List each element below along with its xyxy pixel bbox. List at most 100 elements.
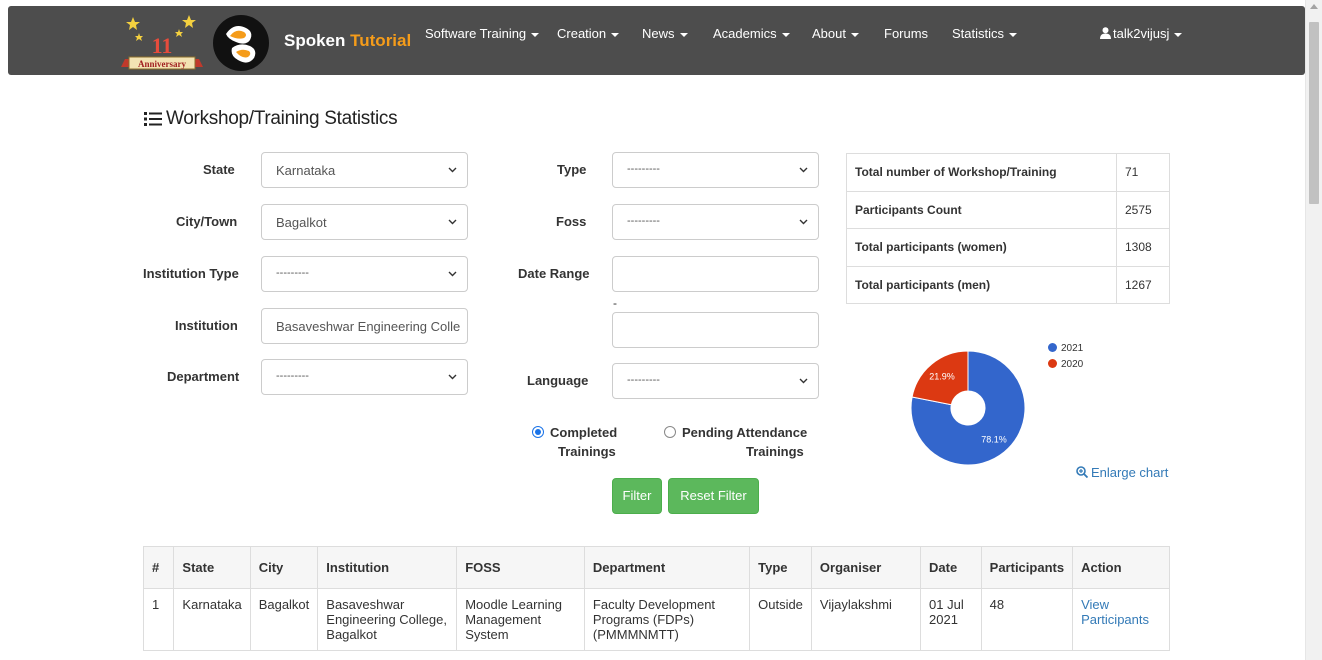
- type-select[interactable]: ---------: [612, 152, 819, 188]
- cell-foss: Moodle Learning Management System: [456, 588, 585, 651]
- column-header[interactable]: Institution: [317, 546, 458, 589]
- date-to-input[interactable]: [612, 312, 819, 348]
- column-header[interactable]: #: [142, 546, 175, 589]
- spoken-tutorial-logo[interactable]: [212, 14, 270, 72]
- radio-completed-trainings[interactable]: Completed Trainings: [532, 425, 617, 459]
- page-scrollbar[interactable]: [1305, 0, 1322, 660]
- institution-input[interactable]: Basaveshwar Engineering Colle: [261, 308, 468, 344]
- radio-pending-label: Pending Attendance: [682, 425, 808, 440]
- table-row: 1 Karnataka Bagalkot Basaveshwar Enginee…: [142, 588, 1170, 651]
- enlarge-chart-label: Enlarge chart: [1091, 465, 1169, 480]
- language-select[interactable]: ---------: [612, 363, 819, 399]
- scroll-thumb[interactable]: [1309, 22, 1319, 204]
- type-label: Type: [557, 162, 587, 177]
- caret-down-icon: [611, 32, 620, 37]
- department-select-value: ---------: [276, 370, 309, 382]
- state-label: State: [203, 162, 235, 177]
- nav-forums[interactable]: Forums: [884, 26, 928, 41]
- city-select[interactable]: Bagalkot: [261, 204, 468, 240]
- stats-row: Participants Count 2575: [846, 190, 1170, 229]
- state-select-value: Karnataka: [276, 163, 336, 178]
- radio-pending-attendance[interactable]: Pending Attendance Trainings: [664, 425, 808, 459]
- stats-label: Total number of Workshop/Training: [846, 153, 1117, 192]
- radio-unselected-icon[interactable]: [664, 426, 676, 438]
- language-select-value: ---------: [627, 374, 660, 386]
- cell-line: 2021: [929, 612, 958, 627]
- foss-select[interactable]: ---------: [612, 204, 819, 240]
- scroll-up-arrow-icon[interactable]: [1310, 4, 1318, 9]
- column-header[interactable]: City: [249, 546, 319, 589]
- nav-news[interactable]: News: [642, 26, 688, 41]
- column-header[interactable]: State: [173, 546, 251, 589]
- chevron-down-icon: [448, 219, 457, 225]
- stats-label: Total participants (women): [846, 228, 1117, 267]
- state-select[interactable]: Karnataka: [261, 152, 468, 188]
- nav-creation[interactable]: Creation: [557, 26, 620, 41]
- column-header[interactable]: Type: [749, 546, 812, 589]
- radio-selected-icon[interactable]: [532, 426, 544, 438]
- stats-value: 2575: [1116, 190, 1170, 229]
- nav-item-label: News: [642, 26, 675, 41]
- anniversary-logo[interactable]: Anniversary 11: [119, 11, 205, 73]
- nav-statistics[interactable]: Statistics: [952, 26, 1018, 41]
- list-icon: [144, 112, 162, 126]
- column-header[interactable]: FOSS: [456, 546, 585, 589]
- enlarge-chart-link[interactable]: Enlarge chart: [1076, 465, 1168, 480]
- stats-row: Total participants (women) 1308: [846, 228, 1170, 267]
- nav-software-training[interactable]: Software Training: [425, 26, 540, 41]
- column-header[interactable]: Date: [920, 546, 982, 589]
- legend-item-2020: 2020: [1048, 359, 1083, 370]
- caret-down-icon: [1174, 32, 1183, 37]
- top-navbar: Anniversary 11 Spoken Tutorial Software …: [8, 6, 1305, 75]
- link-line: View: [1081, 597, 1110, 612]
- date-range-label: Date Range: [518, 266, 590, 281]
- pie-slice-label: 78.1%: [981, 435, 1007, 445]
- view-participants-link[interactable]: View Participants: [1081, 597, 1161, 627]
- institution-input-value: Basaveshwar Engineering Colle: [276, 319, 461, 334]
- cell-line: (PMMMNMTT): [592, 627, 679, 642]
- institution-label: Institution: [175, 318, 238, 333]
- brand-name[interactable]: Spoken Tutorial: [284, 31, 411, 51]
- stats-value: 71: [1116, 153, 1170, 192]
- caret-down-icon: [781, 32, 790, 37]
- chevron-down-icon: [799, 167, 808, 173]
- language-label: Language: [527, 373, 589, 388]
- chevron-down-icon: [799, 378, 808, 384]
- filter-button[interactable]: Filter: [612, 478, 662, 514]
- chevron-down-icon: [799, 219, 808, 225]
- nav-about[interactable]: About: [812, 26, 859, 41]
- nav-user-menu[interactable]: talk2vijusj: [1100, 26, 1183, 41]
- nav-item-label: Academics: [713, 26, 777, 41]
- department-select[interactable]: ---------: [261, 359, 468, 395]
- column-header[interactable]: Department: [583, 546, 751, 589]
- caret-down-icon: [679, 32, 688, 37]
- zoom-in-icon: [1076, 466, 1089, 479]
- cell-department: Faculty Development Programs (FDPs) (PMM…: [583, 588, 751, 651]
- cell-line: Management System: [465, 612, 542, 642]
- stats-label: Total participants (men): [846, 265, 1117, 304]
- date-from-input[interactable]: [612, 256, 819, 292]
- department-label: Department: [167, 369, 240, 384]
- city-select-value: Bagalkot: [276, 215, 327, 230]
- column-header[interactable]: Participants: [980, 546, 1074, 589]
- cell-line: Programs (FDPs): [592, 612, 695, 627]
- statistics-summary-table: Total number of Workshop/Training 71 Part…: [846, 153, 1170, 304]
- anniversary-number: 11: [152, 33, 173, 58]
- year-donut-chart[interactable]: 78.1% 21.9%: [906, 338, 1036, 508]
- nav-academics[interactable]: Academics: [713, 26, 790, 41]
- chevron-down-icon: [448, 374, 457, 380]
- nav-item-label: Creation: [557, 26, 607, 41]
- nav-item-label: Software Training: [425, 26, 527, 41]
- legend-dot-icon: [1048, 359, 1057, 368]
- institution-type-select[interactable]: ---------: [261, 256, 468, 292]
- nav-item-label: About: [812, 26, 846, 41]
- table-header-row: # State City Institution FOSS Department…: [142, 546, 1170, 589]
- column-header[interactable]: Organiser: [810, 546, 922, 589]
- stats-row: Total participants (men) 1267: [846, 265, 1170, 304]
- caret-down-icon: [531, 32, 540, 37]
- cell-line: 01 Jul: [929, 597, 964, 612]
- reset-filter-button[interactable]: Reset Filter: [668, 478, 759, 514]
- institution-type-select-value: ---------: [276, 267, 309, 279]
- radio-completed-label-line2: Trainings: [558, 444, 616, 459]
- column-header: Action: [1072, 546, 1170, 589]
